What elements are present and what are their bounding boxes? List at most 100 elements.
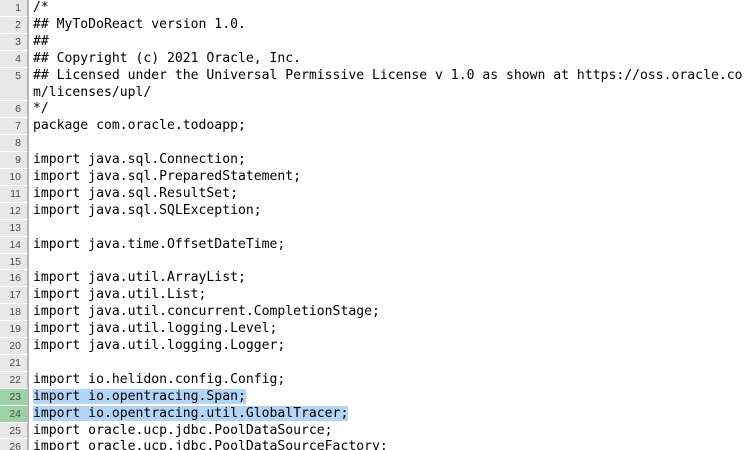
code-line[interactable]: 11 import java.sql.ResultSet; (0, 185, 744, 203)
code-text: import io.helidon.config.Config; (33, 371, 286, 387)
selected-code-text: import io.opentracing.Span; (33, 388, 246, 404)
code-line-text[interactable]: import io.helidon.config.Config; (28, 372, 744, 389)
code-line-text[interactable] (28, 135, 744, 152)
code-line[interactable]: 3 ## (0, 33, 744, 51)
line-number: 1 (0, 0, 28, 17)
line-number: 26 (0, 439, 28, 450)
code-line-text[interactable]: import oracle.ucp.jdbc.PoolDataSource; (28, 423, 744, 440)
code-line[interactable]: 10 import java.sql.PreparedStatement; (0, 169, 744, 186)
line-number: 23 (0, 388, 28, 406)
code-line[interactable]: 7 package com.oracle.todoapp; (0, 118, 744, 136)
code-text: import java.sql.SQLException; (33, 202, 262, 218)
code-text: ## (33, 33, 49, 49)
code-line[interactable]: 21 (0, 354, 744, 372)
code-text: import java.util.logging.Logger; (33, 338, 286, 354)
code-line-text[interactable]: import java.util.logging.Logger; (28, 338, 744, 355)
line-number: 8 (0, 135, 28, 153)
code-line[interactable]: 26 import oracle.ucp.jdbc.PoolDataSourceF… (0, 439, 744, 450)
line-number: 22 (0, 371, 28, 389)
code-line-text[interactable]: import java.util.concurrent.CompletionSt… (28, 304, 744, 321)
code-line-text[interactable]: ## Licensed under the Universal Permissi… (28, 68, 744, 102)
code-text: import java.time.OffsetDateTime; (33, 236, 286, 252)
code-line-text[interactable]: package com.oracle.todoapp; (28, 118, 744, 135)
code-line-text[interactable]: import java.util.ArrayList; (28, 270, 744, 287)
code-text: package com.oracle.todoapp; (33, 118, 246, 134)
code-text: import java.util.logging.Level; (33, 321, 278, 337)
code-line[interactable]: 19 import java.util.logging.Level; (0, 321, 744, 339)
code-text: import java.sql.ResultSet; (33, 185, 238, 201)
code-text: */ (33, 101, 49, 117)
line-number: 15 (0, 253, 28, 271)
line-number: 9 (0, 152, 28, 170)
line-number: 10 (0, 169, 28, 186)
line-number: 21 (0, 354, 28, 372)
code-line-text[interactable]: import java.sql.SQLException; (28, 203, 744, 220)
code-line-text[interactable]: import io.opentracing.util.GlobalTracer; (28, 405, 744, 423)
code-text: import java.sql.PreparedStatement; (33, 169, 302, 185)
code-text: ## Licensed under the Universal Permissi… (33, 67, 743, 100)
code-line[interactable]: 16 import java.util.ArrayList; (0, 270, 744, 288)
code-text: import java.util.List; (33, 287, 207, 303)
code-editor[interactable]: 1 /* 2 ## MyToDoReact version 1.0. 3 ## 4 ## Co… (0, 0, 744, 450)
code-line-text[interactable]: ## Copyright (c) 2021 Oracle, Inc. (28, 51, 744, 68)
code-line-text[interactable]: import java.time.OffsetDateTime; (28, 237, 744, 254)
code-line-text[interactable]: import io.opentracing.Span; (28, 388, 744, 406)
code-line[interactable]: 23 import io.opentracing.Span; (0, 388, 744, 406)
line-number: 6 (0, 101, 28, 119)
code-line[interactable]: 22 import io.helidon.config.Config; (0, 371, 744, 389)
code-line-text[interactable]: ## (28, 34, 744, 51)
line-number: 14 (0, 236, 28, 254)
code-text: import java.util.concurrent.CompletionSt… (33, 304, 380, 320)
code-line-text[interactable] (28, 254, 744, 271)
code-text: ## Copyright (c) 2021 Oracle, Inc. (33, 50, 302, 66)
code-area[interactable]: 1 /* 2 ## MyToDoReact version 1.0. 3 ## 4 ## Co… (0, 0, 744, 450)
code-line[interactable]: 1 /* (0, 0, 744, 17)
code-line-text[interactable]: import java.sql.PreparedStatement; (28, 169, 744, 186)
code-line[interactable]: 17 import java.util.List; (0, 287, 744, 305)
line-number: 20 (0, 338, 28, 355)
line-number: 4 (0, 50, 28, 68)
line-number: 12 (0, 202, 28, 220)
line-number: 7 (0, 118, 28, 136)
code-line[interactable]: 2 ## MyToDoReact version 1.0. (0, 16, 744, 34)
code-line[interactable]: 12 import java.sql.SQLException; (0, 202, 744, 220)
code-line[interactable]: 8 (0, 135, 744, 153)
code-line-text[interactable]: import java.sql.Connection; (28, 152, 744, 169)
code-line-text[interactable]: import java.util.List; (28, 287, 744, 304)
line-number: 13 (0, 219, 28, 237)
line-number: 24 (0, 405, 28, 423)
code-line[interactable]: 25 import oracle.ucp.jdbc.PoolDataSource; (0, 422, 744, 440)
code-line-text[interactable]: import java.util.logging.Level; (28, 321, 744, 338)
code-line-text[interactable]: import oracle.ucp.jdbc.PoolDataSourceFac… (28, 439, 744, 450)
code-text: import java.sql.Connection; (33, 152, 246, 168)
code-line-text[interactable] (28, 220, 744, 237)
code-line-text[interactable]: /* (28, 0, 744, 17)
code-line[interactable]: 6 */ (0, 101, 744, 119)
code-line-text[interactable] (28, 355, 744, 372)
line-number: 5 (0, 67, 28, 102)
code-line-text[interactable]: import java.sql.ResultSet; (28, 186, 744, 203)
code-line[interactable]: 14 import java.time.OffsetDateTime; (0, 236, 744, 254)
code-line-text[interactable]: */ (28, 101, 744, 118)
selected-code-text: import io.opentracing.util.GlobalTracer; (33, 405, 349, 421)
line-number: 18 (0, 304, 28, 322)
code-line[interactable]: 15 (0, 253, 744, 271)
code-line-text[interactable]: ## MyToDoReact version 1.0. (28, 17, 744, 34)
line-number: 25 (0, 422, 28, 440)
code-text: import oracle.ucp.jdbc.PoolDataSource; (33, 422, 333, 438)
code-line[interactable]: 18 import java.util.concurrent.Completion… (0, 304, 744, 322)
code-text: import oracle.ucp.jdbc.PoolDataSourceFac… (33, 439, 388, 450)
code-line[interactable]: 20 import java.util.logging.Logger; (0, 338, 744, 355)
line-number: 17 (0, 287, 28, 305)
line-number: 3 (0, 33, 28, 51)
code-text: ## MyToDoReact version 1.0. (33, 16, 246, 32)
code-line[interactable]: 5 ## Licensed under the Universal Permiss… (0, 67, 744, 102)
line-number: 2 (0, 16, 28, 34)
code-line[interactable]: 4 ## Copyright (c) 2021 Oracle, Inc. (0, 50, 744, 68)
line-number: 11 (0, 185, 28, 203)
code-line[interactable]: 24 import io.opentracing.util.GlobalTrace… (0, 405, 744, 423)
line-number: 16 (0, 270, 28, 288)
code-line[interactable]: 9 import java.sql.Connection; (0, 152, 744, 170)
code-line[interactable]: 13 (0, 219, 744, 237)
line-number: 19 (0, 321, 28, 339)
